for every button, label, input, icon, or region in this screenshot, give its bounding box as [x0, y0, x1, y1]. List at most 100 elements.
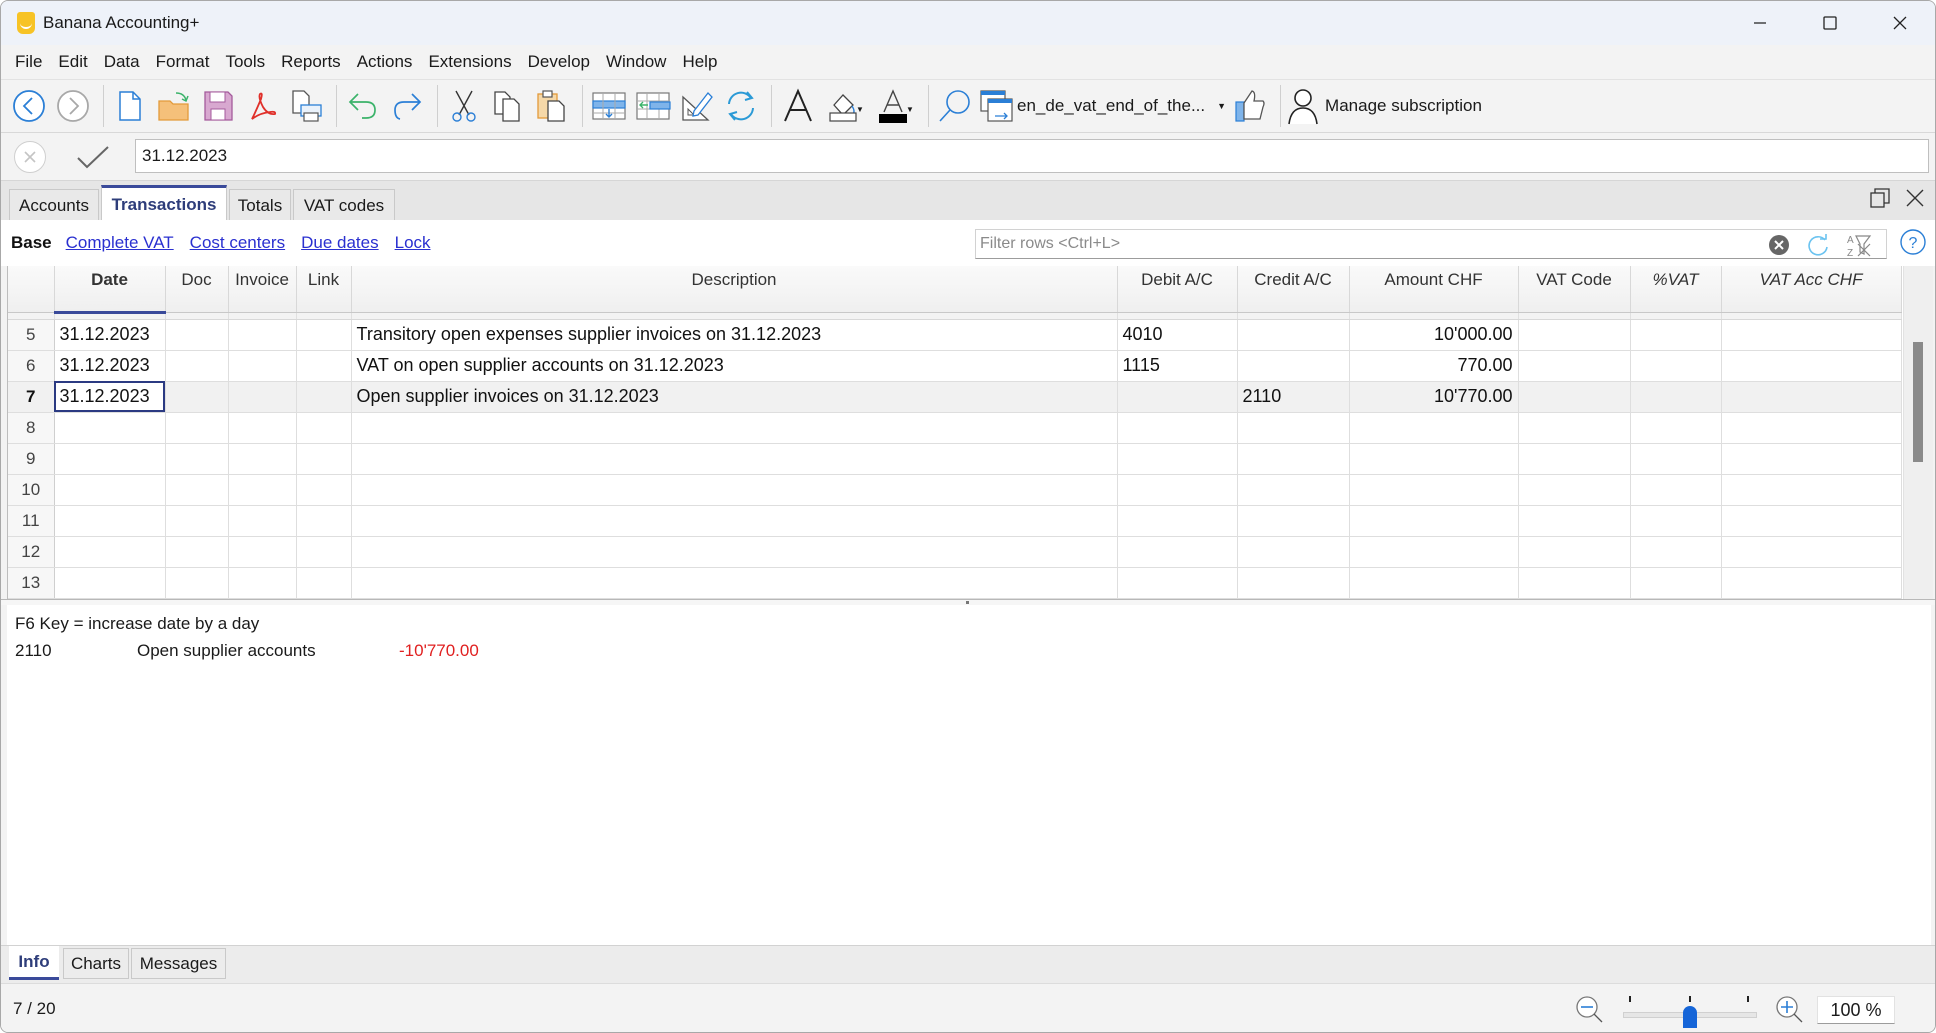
table-row[interactable]: 7 31.12.2023 Open supplier invoices on 31.… — [8, 381, 1902, 413]
filter-rows-input[interactable] — [976, 230, 1776, 258]
cell-description[interactable] — [351, 443, 1118, 475]
cell-vat-percent[interactable] — [1630, 443, 1722, 475]
cell-debit[interactable] — [1117, 505, 1238, 537]
zoom-thumb[interactable] — [1683, 1006, 1697, 1028]
table-row[interactable]: 9 — [8, 443, 1902, 475]
view-cost-centers[interactable]: Cost centers — [190, 233, 285, 253]
paste-button[interactable] — [532, 84, 572, 128]
help-icon[interactable]: ? — [1899, 228, 1927, 256]
delete-rows-button[interactable] — [633, 84, 673, 128]
scrollbar-thumb[interactable] — [1913, 342, 1923, 462]
row-number[interactable]: 13 — [8, 567, 55, 599]
cell-vat-acc[interactable] — [1721, 567, 1902, 599]
cell-description[interactable]: Transitory open expenses supplier invoic… — [351, 319, 1118, 351]
col-header-description[interactable]: Description — [351, 266, 1118, 313]
cell-vat-code[interactable] — [1518, 381, 1631, 413]
view-due-dates[interactable]: Due dates — [301, 233, 379, 253]
cell-doc[interactable] — [165, 567, 229, 599]
cell-debit[interactable] — [1117, 536, 1238, 568]
cell-amount[interactable] — [1349, 567, 1519, 599]
undo-button[interactable] — [343, 84, 383, 128]
cancel-edit-button[interactable] — [14, 141, 46, 173]
open-file-button[interactable] — [154, 84, 194, 128]
cell-credit[interactable] — [1237, 443, 1350, 475]
row-number[interactable]: 7 — [8, 381, 55, 413]
col-header-credit[interactable]: Credit A/C — [1237, 266, 1350, 313]
confirm-edit-button[interactable] — [73, 141, 113, 173]
edit-row-button[interactable] — [677, 84, 717, 128]
cell-vat-code[interactable] — [1518, 567, 1631, 599]
manage-subscription-button[interactable]: Manage subscription — [1287, 84, 1482, 128]
tab-info[interactable]: Info — [9, 946, 59, 980]
cell-doc[interactable] — [165, 505, 229, 537]
cell-credit[interactable] — [1237, 319, 1350, 351]
col-header-invoice[interactable]: Invoice — [228, 266, 297, 313]
text-color-button[interactable]: ▼ — [872, 84, 918, 128]
cell-invoice[interactable] — [228, 536, 297, 568]
pdf-button[interactable] — [242, 84, 282, 128]
cell-vat-acc[interactable] — [1721, 319, 1902, 351]
cell-amount[interactable] — [1349, 505, 1519, 537]
tab-transactions[interactable]: Transactions — [101, 185, 227, 221]
cell-credit[interactable]: 2110 — [1237, 381, 1350, 413]
cut-button[interactable] — [444, 84, 484, 128]
cell-vat-percent[interactable] — [1630, 536, 1722, 568]
refresh-filter-icon[interactable] — [1806, 233, 1830, 257]
cell-doc[interactable] — [165, 412, 229, 444]
zoom-out-icon[interactable] — [1575, 995, 1605, 1025]
cell-invoice[interactable] — [228, 319, 297, 351]
cell-date[interactable]: 31.12.2023 — [54, 319, 166, 351]
cell-credit[interactable] — [1237, 474, 1350, 506]
col-header-doc[interactable]: Doc — [165, 266, 229, 313]
view-lock[interactable]: Lock — [395, 233, 431, 253]
cell-debit[interactable] — [1117, 474, 1238, 506]
tab-accounts[interactable]: Accounts — [9, 189, 99, 221]
cell-amount[interactable] — [1349, 536, 1519, 568]
cell-doc[interactable] — [165, 474, 229, 506]
insert-rows-button[interactable] — [589, 84, 629, 128]
row-number[interactable]: 10 — [8, 474, 55, 506]
cell-date[interactable]: 31.12.2023 — [54, 381, 166, 413]
view-complete-vat[interactable]: Complete VAT — [66, 233, 174, 253]
cell-vat-code[interactable] — [1518, 536, 1631, 568]
table-row[interactable]: 12 — [8, 536, 1902, 568]
cell-credit[interactable] — [1237, 412, 1350, 444]
cell-amount[interactable] — [1349, 474, 1519, 506]
cell-doc[interactable] — [165, 536, 229, 568]
row-number[interactable]: 12 — [8, 536, 55, 568]
fill-color-button[interactable]: ▼ — [822, 84, 868, 128]
cell-date[interactable] — [54, 412, 166, 444]
recalculate-button[interactable] — [721, 84, 761, 128]
cell-description[interactable] — [351, 412, 1118, 444]
cell-vat-acc[interactable] — [1721, 505, 1902, 537]
cell-debit[interactable] — [1117, 443, 1238, 475]
cell-date[interactable] — [54, 443, 166, 475]
cell-description[interactable]: VAT on open supplier accounts on 31.12.2… — [351, 350, 1118, 382]
col-header-link[interactable]: Link — [296, 266, 352, 313]
cell-doc[interactable] — [165, 443, 229, 475]
find-button[interactable] — [935, 84, 975, 128]
menu-help[interactable]: Help — [674, 45, 725, 79]
cell-amount[interactable]: 10'000.00 — [1349, 319, 1519, 351]
cell-vat-code[interactable] — [1518, 505, 1631, 537]
cell-edit-input[interactable] — [135, 139, 1929, 173]
cell-credit[interactable] — [1237, 536, 1350, 568]
cell-link[interactable] — [296, 443, 352, 475]
splitter-handle[interactable] — [966, 601, 969, 604]
cell-link[interactable] — [296, 350, 352, 382]
tab-charts[interactable]: Charts — [63, 948, 129, 979]
maximize-button[interactable] — [1795, 1, 1865, 45]
cell-credit[interactable] — [1237, 350, 1350, 382]
cell-invoice[interactable] — [228, 350, 297, 382]
menu-file[interactable]: File — [7, 45, 50, 79]
feedback-button[interactable] — [1230, 84, 1270, 128]
cell-vat-percent[interactable] — [1630, 319, 1722, 351]
back-button[interactable] — [9, 84, 49, 128]
menu-edit[interactable]: Edit — [50, 45, 95, 79]
forward-button[interactable] — [53, 84, 93, 128]
cell-date[interactable]: 31.12.2023 — [54, 350, 166, 382]
cell-link[interactable] — [296, 536, 352, 568]
menu-format[interactable]: Format — [148, 45, 218, 79]
open-files-selector[interactable]: en_de_vat_end_of_the... ▼ — [979, 84, 1226, 128]
cell-vat-code[interactable] — [1518, 412, 1631, 444]
